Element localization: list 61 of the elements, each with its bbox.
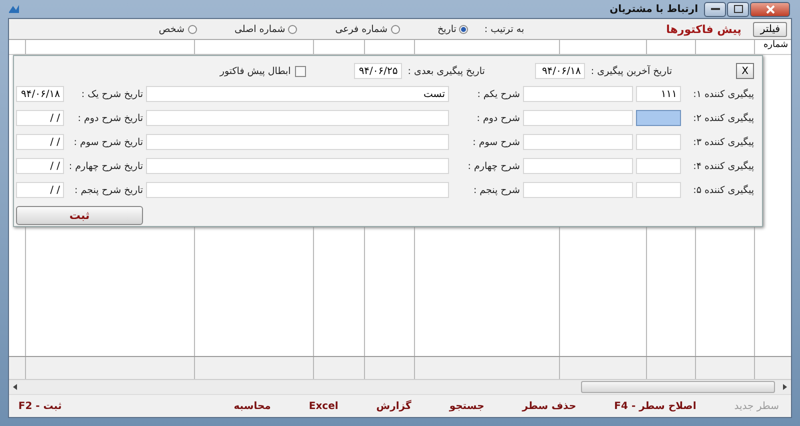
date-field[interactable]: / / [16,134,64,150]
toolbar-button[interactable]: گزارش [376,400,412,412]
field-label: پیگیری کننده ۲: [692,112,754,124]
next-followup-label: تاریخ پیگیری بعدی : [408,66,485,76]
date-field[interactable]: ۹۴/۰۶/۲۵ [354,63,402,79]
checkbox-label[interactable]: ابطال پیش فاکتور [220,66,291,76]
window-title: ارتباط با مشتریان [610,4,698,14]
field-label: شرح سوم : [472,136,520,148]
filter-button[interactable]: فیلتر [753,22,787,36]
field-label: تاریخ شرح دوم : [76,112,143,124]
date-field[interactable]: ۹۴/۰۶/۱۸ [16,86,64,102]
scroll-right-icon[interactable] [783,384,787,390]
app-icon [8,4,20,14]
date-field[interactable]: ۹۴/۰۶/۱۸ [534,63,585,79]
toolbar-button[interactable]: اصلاح سطر - F4 [614,400,696,412]
radio-button[interactable] [390,24,400,34]
field-label: شرح یکم : [476,88,520,100]
scrollbar[interactable] [9,379,791,394]
date-field[interactable]: / / [16,158,64,174]
field-label: تاریخ شرح سوم : [72,136,143,148]
submit-button[interactable]: ثبت [16,206,143,225]
checkbox[interactable] [294,66,306,76]
radio-button[interactable] [459,24,468,34]
column-header: شماره [762,40,789,52]
radio-label[interactable]: شخص [158,24,184,34]
maximize-button[interactable] [727,2,749,16]
radio-button[interactable] [288,24,298,34]
toolbar-button[interactable]: جستجو [449,400,484,412]
input-field[interactable]: تست [146,86,449,102]
section-title: پیش فاکتورها [666,22,742,36]
field-label: تاریخ شرح چهارم : [68,160,143,172]
radio-label[interactable]: شماره فرعی [335,24,388,34]
field-label: شرح چهارم : [466,160,520,172]
input-field[interactable] [636,110,681,126]
date-field[interactable]: / / [16,182,64,198]
minimize-icon [710,8,720,10]
sort-label: به ترتیب : [484,24,524,34]
field-label: تاریخ شرح یک : [80,88,143,100]
toolbar-button[interactable]: محاسبه [234,400,271,412]
maximize-icon [734,5,742,13]
field-label: پیگیری کننده ۵: [692,184,754,196]
field-label: پیگیری کننده ۱: [692,88,754,100]
last-followup-label: تاریخ آخرین پیگیری : [590,66,672,76]
close-button[interactable] [750,2,790,16]
field-label: پیگیری کننده ۴: [692,160,754,172]
date-field[interactable]: / / [16,110,64,126]
toolbar-button[interactable]: Excel [308,400,338,412]
field-label: پیگیری کننده ۳: [692,136,754,148]
radio-label[interactable]: تاریخ [438,24,456,34]
radio-button[interactable] [188,24,196,34]
scroll-left-icon[interactable] [13,384,17,390]
input-field[interactable]: ۱۱۱ [636,86,681,102]
field-label: شرح پنجم : [472,184,520,196]
field-label: تاریخ شرح پنجم : [74,184,143,196]
close-button[interactable]: X [736,63,754,79]
close-icon [766,4,774,14]
toolbar-button[interactable]: حذف سطر [522,400,576,412]
toolbar-button[interactable]: ثبت - F2 [18,400,62,412]
minimize-button[interactable] [704,2,726,16]
field-label: شرح دوم : [476,112,520,124]
radio-label[interactable]: شماره اصلی [234,24,286,34]
